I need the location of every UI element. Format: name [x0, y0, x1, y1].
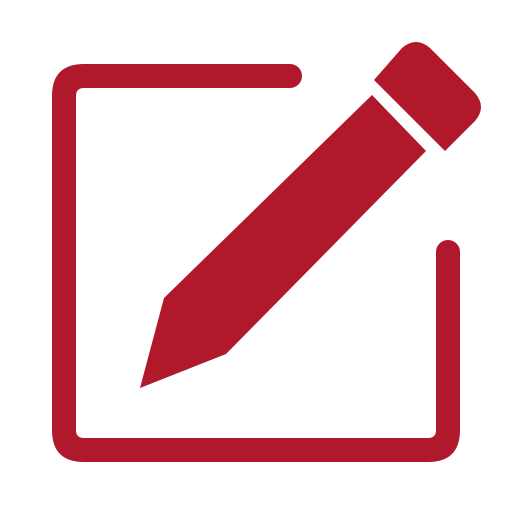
icon-canvas — [0, 0, 512, 512]
pencil-body-icon — [140, 95, 426, 388]
edit-icon-svg — [52, 42, 481, 462]
edit-icon[interactable] — [0, 0, 512, 512]
